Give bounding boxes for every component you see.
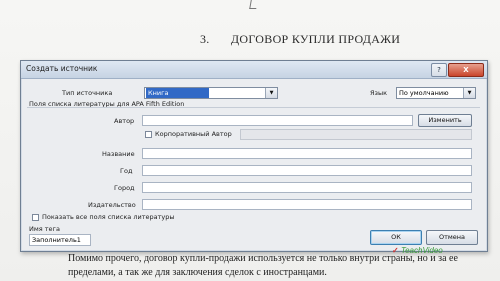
title-input[interactable]: [142, 148, 472, 159]
source-type-select[interactable]: Книга ▼: [144, 87, 278, 99]
language-value: По умолчанию: [399, 89, 449, 97]
tag-name-input[interactable]: Заполнитель1: [29, 234, 91, 246]
help-button[interactable]: ?: [431, 63, 447, 77]
city-input[interactable]: [142, 182, 472, 193]
language-label: Язык: [370, 89, 388, 97]
dialog-titlebar[interactable]: Создать источник ? X: [21, 61, 487, 79]
show-all-fields-label: Показать все поля списка литературы: [42, 213, 175, 221]
corporate-author-checkbox[interactable]: [145, 131, 152, 138]
ok-button[interactable]: ОК: [370, 230, 422, 245]
title-label: Название: [102, 150, 135, 158]
create-source-dialog: Создать источник ? X Тип источника Книга…: [20, 60, 488, 252]
author-input[interactable]: [142, 115, 413, 126]
dialog-title: Создать источник: [26, 64, 98, 73]
author-label: Автор: [114, 117, 135, 125]
publisher-input[interactable]: [142, 199, 472, 210]
heading-number: 3.: [200, 32, 210, 46]
tag-name-label: Имя тега: [29, 225, 60, 233]
source-type-value: Книга: [146, 88, 209, 98]
document-heading: 3. ДОГОВОР КУПЛИ ПРОДАЖИ: [200, 32, 400, 47]
close-button[interactable]: X: [448, 63, 484, 77]
source-type-label: Тип источника: [62, 89, 113, 97]
body-line-1: Помимо прочего, договор купли-продажи ис…: [68, 253, 458, 264]
show-all-fields-checkbox[interactable]: [32, 214, 39, 221]
city-label: Город: [114, 184, 135, 192]
chevron-down-icon[interactable]: ▼: [265, 88, 277, 98]
body-line-2: пределами, а так же для заключения сдело…: [68, 267, 327, 278]
document-body: Помимо прочего, договор купли-продажи ис…: [68, 252, 488, 280]
year-label: Год: [120, 167, 133, 175]
corporate-author-label: Корпоративный Автор: [155, 130, 232, 138]
publisher-label: Издательство: [88, 201, 136, 209]
corporate-author-input[interactable]: [240, 129, 472, 140]
dialog-content: Тип источника Книга ▼ Язык По умолчанию …: [22, 79, 486, 250]
cancel-button[interactable]: Отмена: [426, 230, 478, 245]
edit-author-button[interactable]: Изменить: [418, 114, 472, 127]
language-select[interactable]: По умолчанию ▼: [396, 87, 476, 99]
year-input[interactable]: [142, 165, 472, 176]
chevron-down-icon[interactable]: ▼: [463, 88, 475, 98]
heading-text: ДОГОВОР КУПЛИ ПРОДАЖИ: [230, 32, 401, 46]
